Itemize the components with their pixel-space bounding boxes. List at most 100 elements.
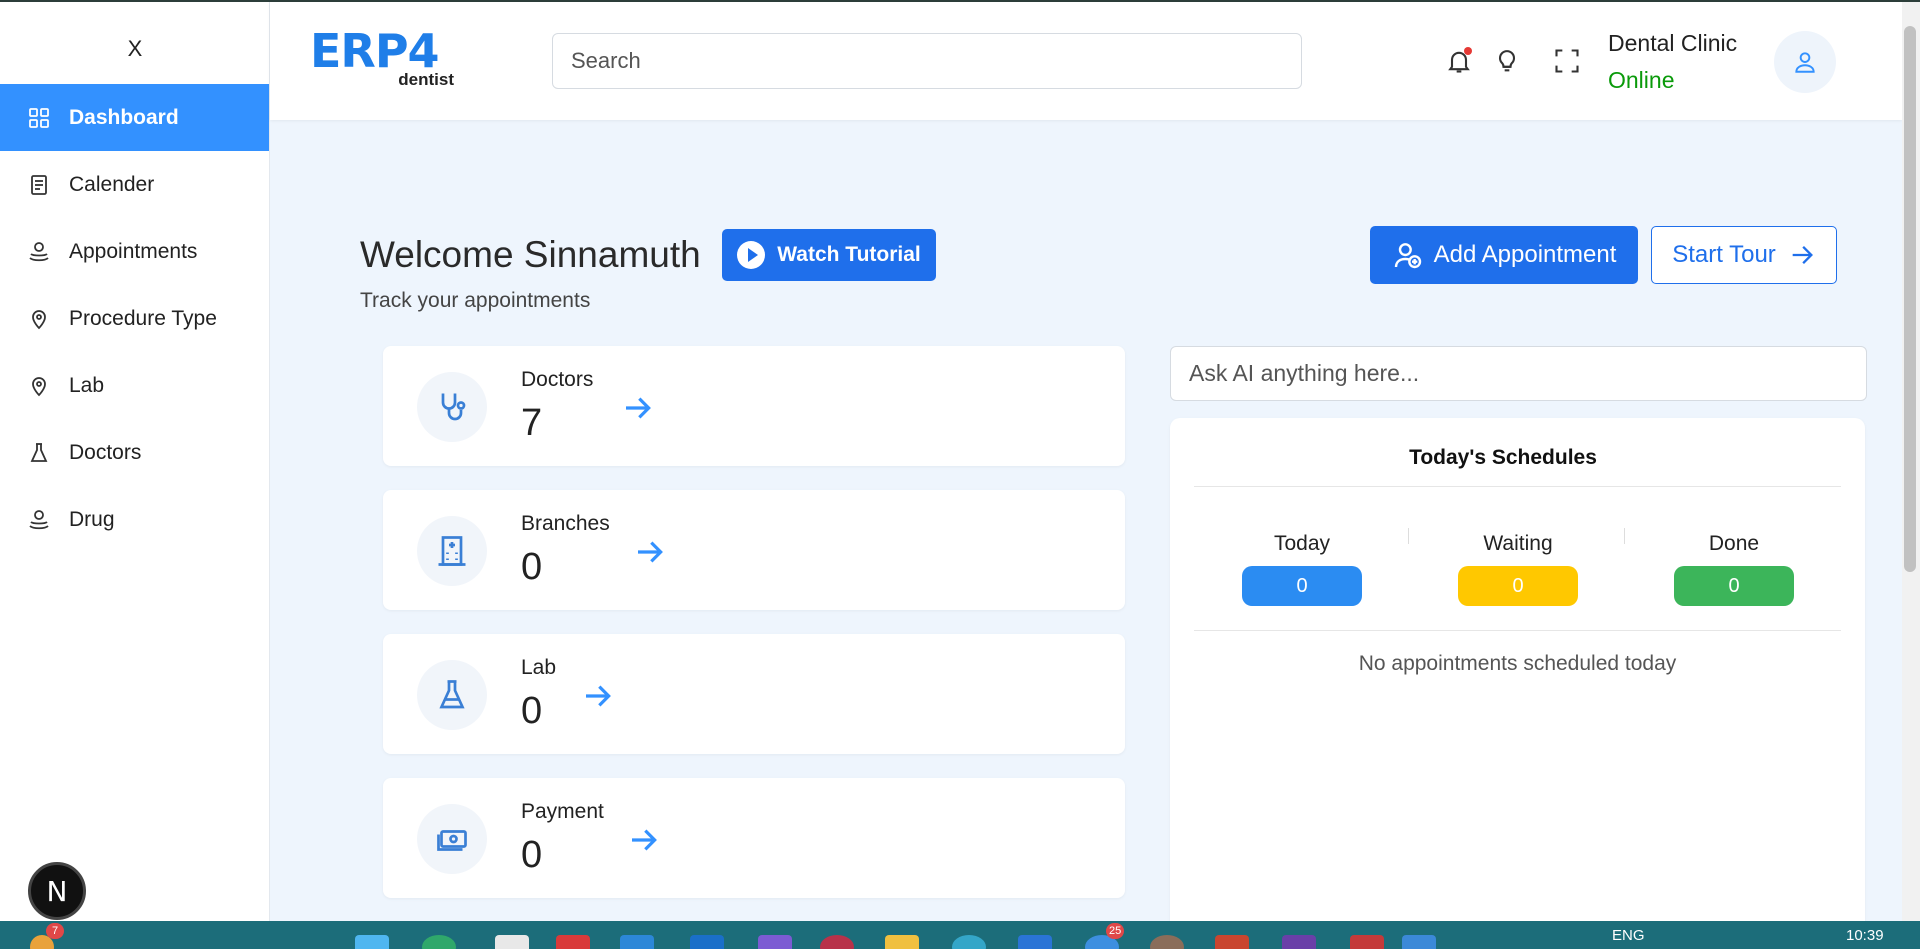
app-icon[interactable] <box>1018 935 1052 949</box>
notification-button[interactable] <box>1444 46 1474 76</box>
language-indicator[interactable]: ENG <box>1612 927 1645 944</box>
appointment-icon <box>27 240 51 264</box>
sidebar-item-drug[interactable]: Drug <box>0 486 269 553</box>
chrome-icon[interactable] <box>952 935 986 949</box>
payment-card[interactable]: Payment 0 <box>383 778 1125 898</box>
welcome-heading: Welcome Sinnamuth <box>360 234 701 275</box>
card-title: Payment <box>521 800 604 823</box>
grid-icon <box>27 106 51 130</box>
sidebar-item-label: Drug <box>69 507 115 531</box>
card-value: 7 <box>521 402 543 444</box>
lab-card[interactable]: Lab 0 <box>383 634 1125 754</box>
card-value: 0 <box>521 690 543 732</box>
play-icon <box>737 241 766 269</box>
sidebar-item-label: Calender <box>69 172 155 196</box>
top-header: ERP4 dentist Dental Clinic Online <box>270 2 1902 120</box>
online-status: Online <box>1608 67 1675 93</box>
lab-arrow-button[interactable] <box>581 680 615 712</box>
app-icon[interactable] <box>1215 935 1249 949</box>
logo-sub-text: dentist <box>398 70 454 89</box>
app-icon[interactable] <box>1150 935 1184 949</box>
logo-main-text: ERP4 <box>310 24 440 78</box>
money-icon <box>417 804 487 874</box>
done-column: Done 0 <box>1674 532 1794 606</box>
doctors-card[interactable]: Doctors 7 <box>383 346 1125 466</box>
user-avatar-button[interactable] <box>1774 31 1836 93</box>
sidebar-item-calender[interactable]: Calender <box>0 151 269 218</box>
start-tour-button[interactable]: Start Tour <box>1651 226 1837 284</box>
ask-ai-input[interactable] <box>1170 346 1867 401</box>
sidebar-item-label: Dashboard <box>69 105 179 129</box>
search-input[interactable] <box>552 33 1302 89</box>
sidebar-nav: Dashboard Calender Appointments Procedur… <box>0 84 269 553</box>
doctors-arrow-button[interactable] <box>621 392 655 424</box>
app-icon[interactable] <box>1282 935 1316 949</box>
erp4-logo[interactable]: ERP4 dentist <box>310 28 460 90</box>
store-icon[interactable] <box>620 935 654 949</box>
sidebar-item-doctors[interactable]: Doctors <box>0 419 269 486</box>
app-icon[interactable] <box>1350 935 1384 949</box>
clock[interactable]: 10:39 <box>1846 927 1884 944</box>
card-title: Lab <box>521 656 557 679</box>
teams-icon[interactable] <box>758 935 792 949</box>
empty-schedule-message: No appointments scheduled today <box>1358 652 1677 675</box>
done-count-badge[interactable]: 0 <box>1674 566 1794 606</box>
os-taskbar: 7 25 ENG 10:39 <box>0 921 1920 949</box>
app-icon[interactable] <box>556 935 590 949</box>
sidebar: X Dashboard Calender Appointments Proced… <box>0 2 270 921</box>
sidebar-item-dashboard[interactable]: Dashboard <box>0 84 269 151</box>
divider <box>1624 528 1625 544</box>
watch-tutorial-button[interactable]: Watch Tutorial <box>722 229 936 281</box>
today-column: Today 0 <box>1242 532 1362 606</box>
branches-arrow-button[interactable] <box>633 536 667 568</box>
done-label: Done <box>1708 532 1760 555</box>
todays-schedules-panel: Today's Schedules Today 0 Waiting 0 Done… <box>1170 418 1865 938</box>
file-explorer-icon[interactable] <box>885 935 919 949</box>
opera-icon[interactable] <box>820 935 854 949</box>
waiting-column: Waiting 0 <box>1458 532 1578 606</box>
lightbulb-icon <box>1498 50 1516 72</box>
sidebar-item-label: Lab <box>69 373 105 397</box>
branches-card[interactable]: Branches 0 <box>383 490 1125 610</box>
fullscreen-button[interactable] <box>1552 46 1582 76</box>
schedules-title: Today's Schedules <box>1409 446 1597 469</box>
sidebar-item-procedure-type[interactable]: Procedure Type <box>0 285 269 352</box>
sidebar-item-label: Appointments <box>69 239 198 263</box>
edge-browser-icon[interactable] <box>422 935 456 949</box>
welcome-subtitle: Track your appointments <box>360 289 591 312</box>
notification-dot <box>1464 47 1472 55</box>
tips-button[interactable] <box>1492 46 1522 76</box>
scrollbar-thumb[interactable] <box>1904 26 1916 572</box>
sidebar-item-label: Procedure Type <box>69 306 217 330</box>
drug-icon <box>27 508 51 532</box>
flask-icon <box>417 660 487 730</box>
arrow-right-icon <box>586 685 611 707</box>
start-app-badge: 7 <box>46 923 64 939</box>
flask-icon <box>27 441 51 465</box>
card-title: Doctors <box>521 368 594 391</box>
waiting-label: Waiting <box>1483 532 1553 555</box>
divider <box>1194 486 1841 487</box>
card-title: Branches <box>521 512 610 535</box>
waiting-count-badge[interactable]: 0 <box>1458 566 1578 606</box>
sidebar-item-label: Doctors <box>69 440 142 464</box>
dev-tools-bubble[interactable]: N <box>28 862 86 920</box>
start-tour-label: Start Tour <box>1672 241 1776 268</box>
add-appointment-button[interactable]: Add Appointment <box>1370 226 1638 284</box>
sidebar-item-appointments[interactable]: Appointments <box>0 218 269 285</box>
divider <box>1194 630 1841 631</box>
card-value: 0 <box>521 834 543 876</box>
windows-start-icon[interactable] <box>355 935 389 949</box>
sidebar-close-button[interactable]: X <box>0 36 270 62</box>
building-icon <box>417 516 487 586</box>
arrow-right-icon <box>638 541 663 563</box>
payment-arrow-button[interactable] <box>627 824 661 856</box>
sidebar-item-lab[interactable]: Lab <box>0 352 269 419</box>
arrow-right-icon <box>632 829 657 851</box>
notepad-icon[interactable] <box>495 935 529 949</box>
add-user-icon <box>1394 243 1421 269</box>
vscode-icon[interactable] <box>690 935 724 949</box>
active-app-icon[interactable] <box>1402 935 1436 949</box>
today-count-badge[interactable]: 0 <box>1242 566 1362 606</box>
today-label: Today <box>1273 532 1331 555</box>
